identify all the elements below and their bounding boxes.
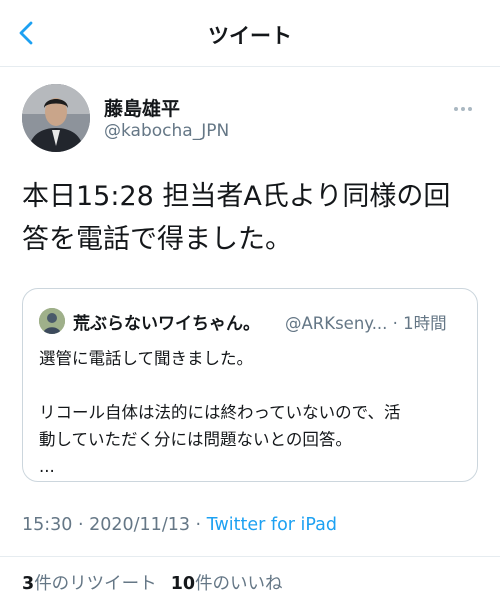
quote-line: 動していただく分には問題ないとの回答。 (39, 430, 352, 449)
quote-body: 選管に電話して聞きました。 リコール自体は法的には終わっていないので、活 動して… (39, 345, 464, 480)
tweet-meta: 15:30 · 2020/11/13 · Twitter for iPad (22, 515, 337, 535)
author-name[interactable]: 藤島雄平 (104, 94, 180, 121)
quote-line: リコール自体は法的には終わっていないので、活 (39, 403, 401, 422)
retweets-count: 3 (22, 574, 35, 594)
quoted-tweet[interactable]: 荒ぶらないワイちゃん。 @ARKseny... · 1時間 選管に電話して聞きま… (22, 288, 478, 482)
source-link[interactable]: Twitter for iPad (207, 515, 337, 535)
dot-icon (454, 107, 458, 111)
dot-icon (461, 107, 465, 111)
likes-label: 件のいいね (195, 574, 283, 594)
retweets-stat[interactable]: 3件のリツイート (22, 574, 157, 594)
retweets-label: 件のリツイート (34, 574, 157, 594)
likes-stat[interactable]: 10件のいいね (171, 574, 283, 594)
quote-line: ... (39, 457, 55, 476)
page-title: ツイート (208, 24, 292, 48)
quote-line: 選管に電話して聞きました。 (39, 349, 254, 368)
divider (0, 556, 500, 557)
top-bar: ツイート (0, 0, 500, 67)
quote-avatar-image (39, 308, 65, 334)
quote-author-name: 荒ぶらないワイちゃん。 (73, 314, 260, 334)
timestamp: 15:30 · 2020/11/13 · (22, 515, 207, 535)
tweet-stats: 3件のリツイート 10件のいいね (22, 570, 283, 595)
avatar[interactable] (22, 84, 90, 152)
avatar-image (22, 84, 90, 152)
quote-handle-time: @ARKseny... · 1時間 (285, 314, 447, 333)
quote-avatar (39, 308, 65, 334)
author-handle[interactable]: @kabocha_JPN (104, 121, 229, 141)
dot-icon (468, 107, 472, 111)
likes-count: 10 (170, 574, 196, 594)
tweet-text-line: 本日15:28 担当者A氏より同様の回 (22, 181, 451, 212)
tweet-text: 本日15:28 担当者A氏より同様の回 答を電話で得ました。 (22, 175, 482, 261)
tweet-text-line: 答を電話で得ました。 (22, 224, 292, 255)
more-options-button[interactable] (454, 96, 476, 111)
